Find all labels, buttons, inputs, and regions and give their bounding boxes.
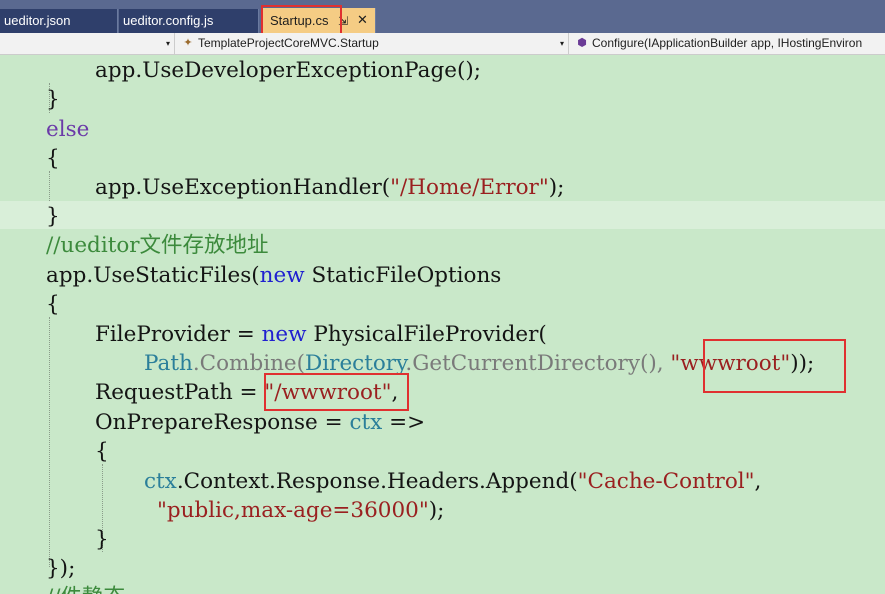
code-line: RequestPath = "/wwwroot", (95, 380, 399, 405)
code-line: FileProvider = new PhysicalFileProvider( (95, 322, 547, 347)
document-tab-strip: ueditor.json ueditor.config.js Startup.c… (0, 0, 885, 37)
pin-icon[interactable]: ⇲ (338, 8, 348, 34)
code-line: "public,max-age=36000"); (157, 498, 445, 523)
code-line: //件静态 (46, 583, 125, 594)
current-line-highlight (0, 201, 885, 229)
code-line: app.UseExceptionHandler("/Home/Error"); (95, 175, 565, 200)
member-dropdown[interactable]: ⬢ Configure(IApplicationBuilder app, IHo… (570, 33, 885, 54)
code-line: else (46, 117, 90, 142)
code-line: app.UseDeveloperExceptionPage(); (95, 58, 481, 83)
code-line: }); (46, 556, 76, 581)
class-icon: ✦ (183, 37, 193, 49)
code-line: } (46, 204, 60, 229)
close-icon[interactable]: ✕ (357, 8, 368, 34)
code-line: //ueditor文件存放地址 (46, 233, 269, 258)
method-icon: ⬢ (577, 37, 587, 49)
code-line: ctx.Context.Response.Headers.Append("Cac… (144, 469, 762, 494)
code-line: { (95, 439, 109, 464)
tab-ueditor-json[interactable]: ueditor.json (0, 9, 118, 33)
code-line: app.UseStaticFiles(new StaticFileOptions (46, 263, 502, 288)
class-dropdown-label: TemplateProjectCoreMVC.Startup (198, 36, 379, 50)
navigation-bar: ▾ ✦ TemplateProjectCoreMVC.Startup ▾ ⬢ C… (0, 33, 885, 55)
member-dropdown-label: Configure(IApplicationBuilder app, IHost… (592, 36, 863, 50)
code-editor[interactable]: app.UseDeveloperExceptionPage(); } else … (0, 55, 885, 594)
code-line: { (46, 292, 60, 317)
indent-guide (49, 171, 50, 201)
tab-ueditor-config-js[interactable]: ueditor.config.js (119, 9, 259, 33)
code-line: { (46, 146, 60, 171)
code-line: } (46, 87, 60, 112)
indent-guide (49, 317, 50, 567)
chevron-down-icon: ▾ (165, 39, 170, 48)
code-line: Path.Combine(Directory.GetCurrentDirecto… (144, 351, 815, 376)
code-line: } (95, 527, 109, 552)
class-dropdown[interactable]: ✦ TemplateProjectCoreMVC.Startup ▾ (176, 33, 569, 54)
chevron-down-icon: ▾ (559, 39, 564, 48)
project-dropdown[interactable]: ▾ (0, 33, 175, 54)
code-line: OnPrepareResponse = ctx => (95, 410, 426, 435)
